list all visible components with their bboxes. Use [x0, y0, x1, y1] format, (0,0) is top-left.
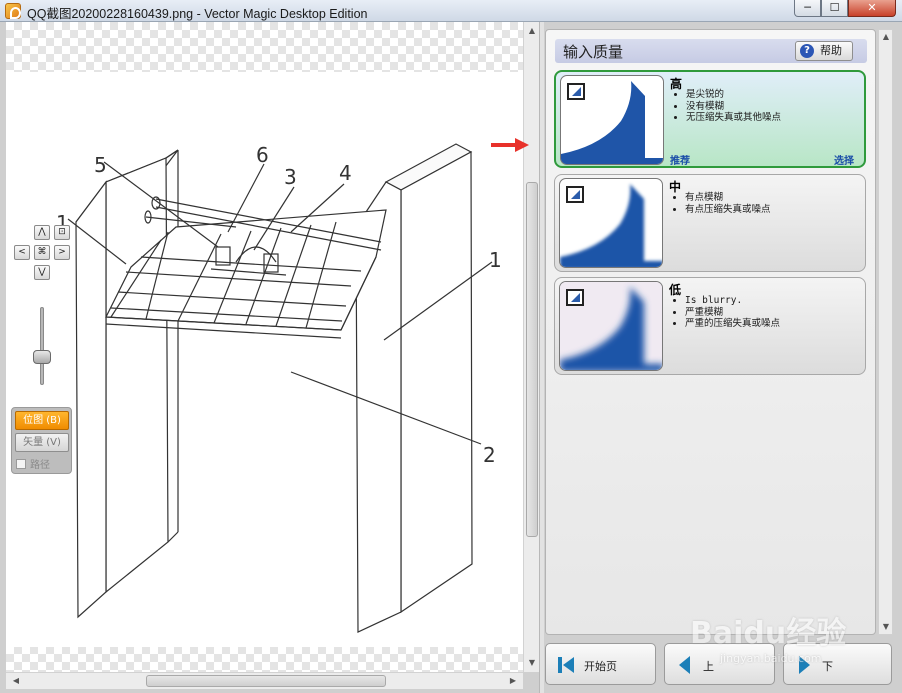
checkbox-box[interactable]: [16, 459, 26, 469]
callout-label: 6: [256, 143, 269, 167]
callout-label: 1: [489, 248, 502, 272]
panel-header: 输入质量 ? 帮助: [555, 39, 867, 63]
panel-title: 输入质量: [563, 43, 624, 61]
bitmap-icon: [566, 289, 584, 306]
select-label[interactable]: 选择: [834, 152, 854, 167]
callout-label: 2: [483, 443, 496, 467]
technical-drawing: 1 5 6 3 4 1 2: [56, 143, 502, 633]
panel-scrollbar[interactable]: ▲ ▼: [878, 29, 893, 635]
scroll-thumb[interactable]: [146, 675, 386, 687]
vector-mode-button[interactable]: 矢量 (V): [15, 433, 69, 452]
scroll-left-icon[interactable]: ◀: [8, 676, 24, 685]
scroll-down-icon[interactable]: ▼: [878, 622, 894, 631]
preview-thumbnail: [560, 75, 664, 165]
bitmap-icon: [566, 186, 584, 203]
input-bitmap: 1 5 6 3 4 1 2: [6, 72, 523, 647]
bitmap-icon: [567, 83, 585, 100]
scroll-up-icon[interactable]: ▲: [524, 26, 540, 35]
minimize-button[interactable]: ─: [794, 0, 821, 17]
close-button[interactable]: ✕: [848, 0, 896, 17]
zoom-slider-handle[interactable]: [33, 350, 51, 364]
red-arrow-icon: [491, 138, 529, 152]
horizontal-scrollbar[interactable]: ◀ ▶: [6, 672, 523, 689]
bullet-item: 没有模糊: [686, 101, 781, 113]
pan-left-button[interactable]: <: [14, 245, 30, 260]
next-label: 下: [822, 660, 833, 673]
pan-right-button[interactable]: >: [54, 245, 70, 260]
option-bullets: 有点模糊 有点压缩失真或噪点: [685, 192, 771, 215]
back-arrow-icon: [679, 656, 690, 674]
bullet-item: Is blurry.: [685, 295, 780, 307]
app-window: QQ截图20200228160439.png - Vector Magic De…: [0, 0, 902, 693]
pan-up-button[interactable]: ⋀: [34, 225, 50, 240]
window-title: QQ截图20200228160439.png - Vector Magic De…: [27, 7, 368, 21]
quality-option-high[interactable]: 高 是尖锐的 没有模糊 无压缩失真或其他噪点 推荐 选择: [554, 70, 866, 168]
scroll-right-icon[interactable]: ▶: [505, 676, 521, 685]
next-arrow-icon: [799, 656, 810, 674]
paths-label: 路径: [30, 460, 50, 471]
quality-option-low[interactable]: 低 Is blurry. 严重模糊 严重的压缩失真或噪点: [554, 277, 866, 375]
next-button[interactable]: 下: [783, 643, 892, 685]
bullet-item: 是尖锐的: [686, 89, 781, 101]
app-icon: [5, 3, 21, 19]
back-button[interactable]: 上: [664, 643, 775, 685]
fit-view-button[interactable]: ⌘: [34, 245, 50, 260]
view-mode-panel: 位图 (B) 矢量 (V) 路径: [11, 407, 72, 474]
bullet-item: 严重模糊: [685, 307, 780, 319]
back-label: 上: [703, 660, 714, 673]
callout-label: 4: [339, 161, 352, 185]
preview-thumbnail: [559, 178, 663, 268]
option-bullets: 是尖锐的 没有模糊 无压缩失真或其他噪点: [686, 89, 781, 124]
fullscreen-icon[interactable]: ⊡: [54, 225, 70, 240]
help-button[interactable]: ? 帮助: [795, 41, 853, 61]
option-bullets: Is blurry. 严重模糊 严重的压缩失真或噪点: [685, 295, 780, 330]
start-page-label: 开始页: [584, 660, 617, 673]
start-page-button[interactable]: 开始页: [545, 643, 656, 685]
callout-label: 3: [284, 165, 297, 189]
scroll-down-icon[interactable]: ▼: [524, 658, 540, 667]
preview-thumbnail: [559, 281, 663, 371]
bullet-item: 严重的压缩失真或噪点: [685, 318, 780, 330]
help-label: 帮助: [820, 44, 842, 57]
paths-checkbox[interactable]: 路径: [16, 456, 50, 471]
bitmap-mode-button[interactable]: 位图 (B): [15, 411, 69, 430]
help-icon: ?: [800, 44, 814, 58]
callout-label: 5: [94, 153, 107, 177]
title-bar: QQ截图20200228160439.png - Vector Magic De…: [0, 0, 902, 22]
maximize-button[interactable]: ☐: [821, 0, 848, 17]
quality-option-medium[interactable]: 中 有点模糊 有点压缩失真或噪点: [554, 174, 866, 272]
zoom-slider-track[interactable]: [40, 307, 44, 385]
first-page-icon: [558, 657, 574, 673]
image-canvas[interactable]: 1 5 6 3 4 1 2 ⋀ ⊡ < ⌘ > ⋁: [6, 22, 523, 672]
recommended-label: 推荐: [670, 156, 690, 167]
panel-splitter[interactable]: [539, 22, 544, 693]
scroll-thumb[interactable]: [526, 182, 538, 537]
vertical-scrollbar[interactable]: ▲ ▼: [523, 22, 539, 672]
bullet-item: 有点压缩失真或噪点: [685, 204, 771, 216]
pan-down-button[interactable]: ⋁: [34, 265, 50, 280]
bullet-item: 有点模糊: [685, 192, 771, 204]
bullet-item: 无压缩失真或其他噪点: [686, 112, 781, 124]
scroll-up-icon[interactable]: ▲: [878, 32, 894, 41]
